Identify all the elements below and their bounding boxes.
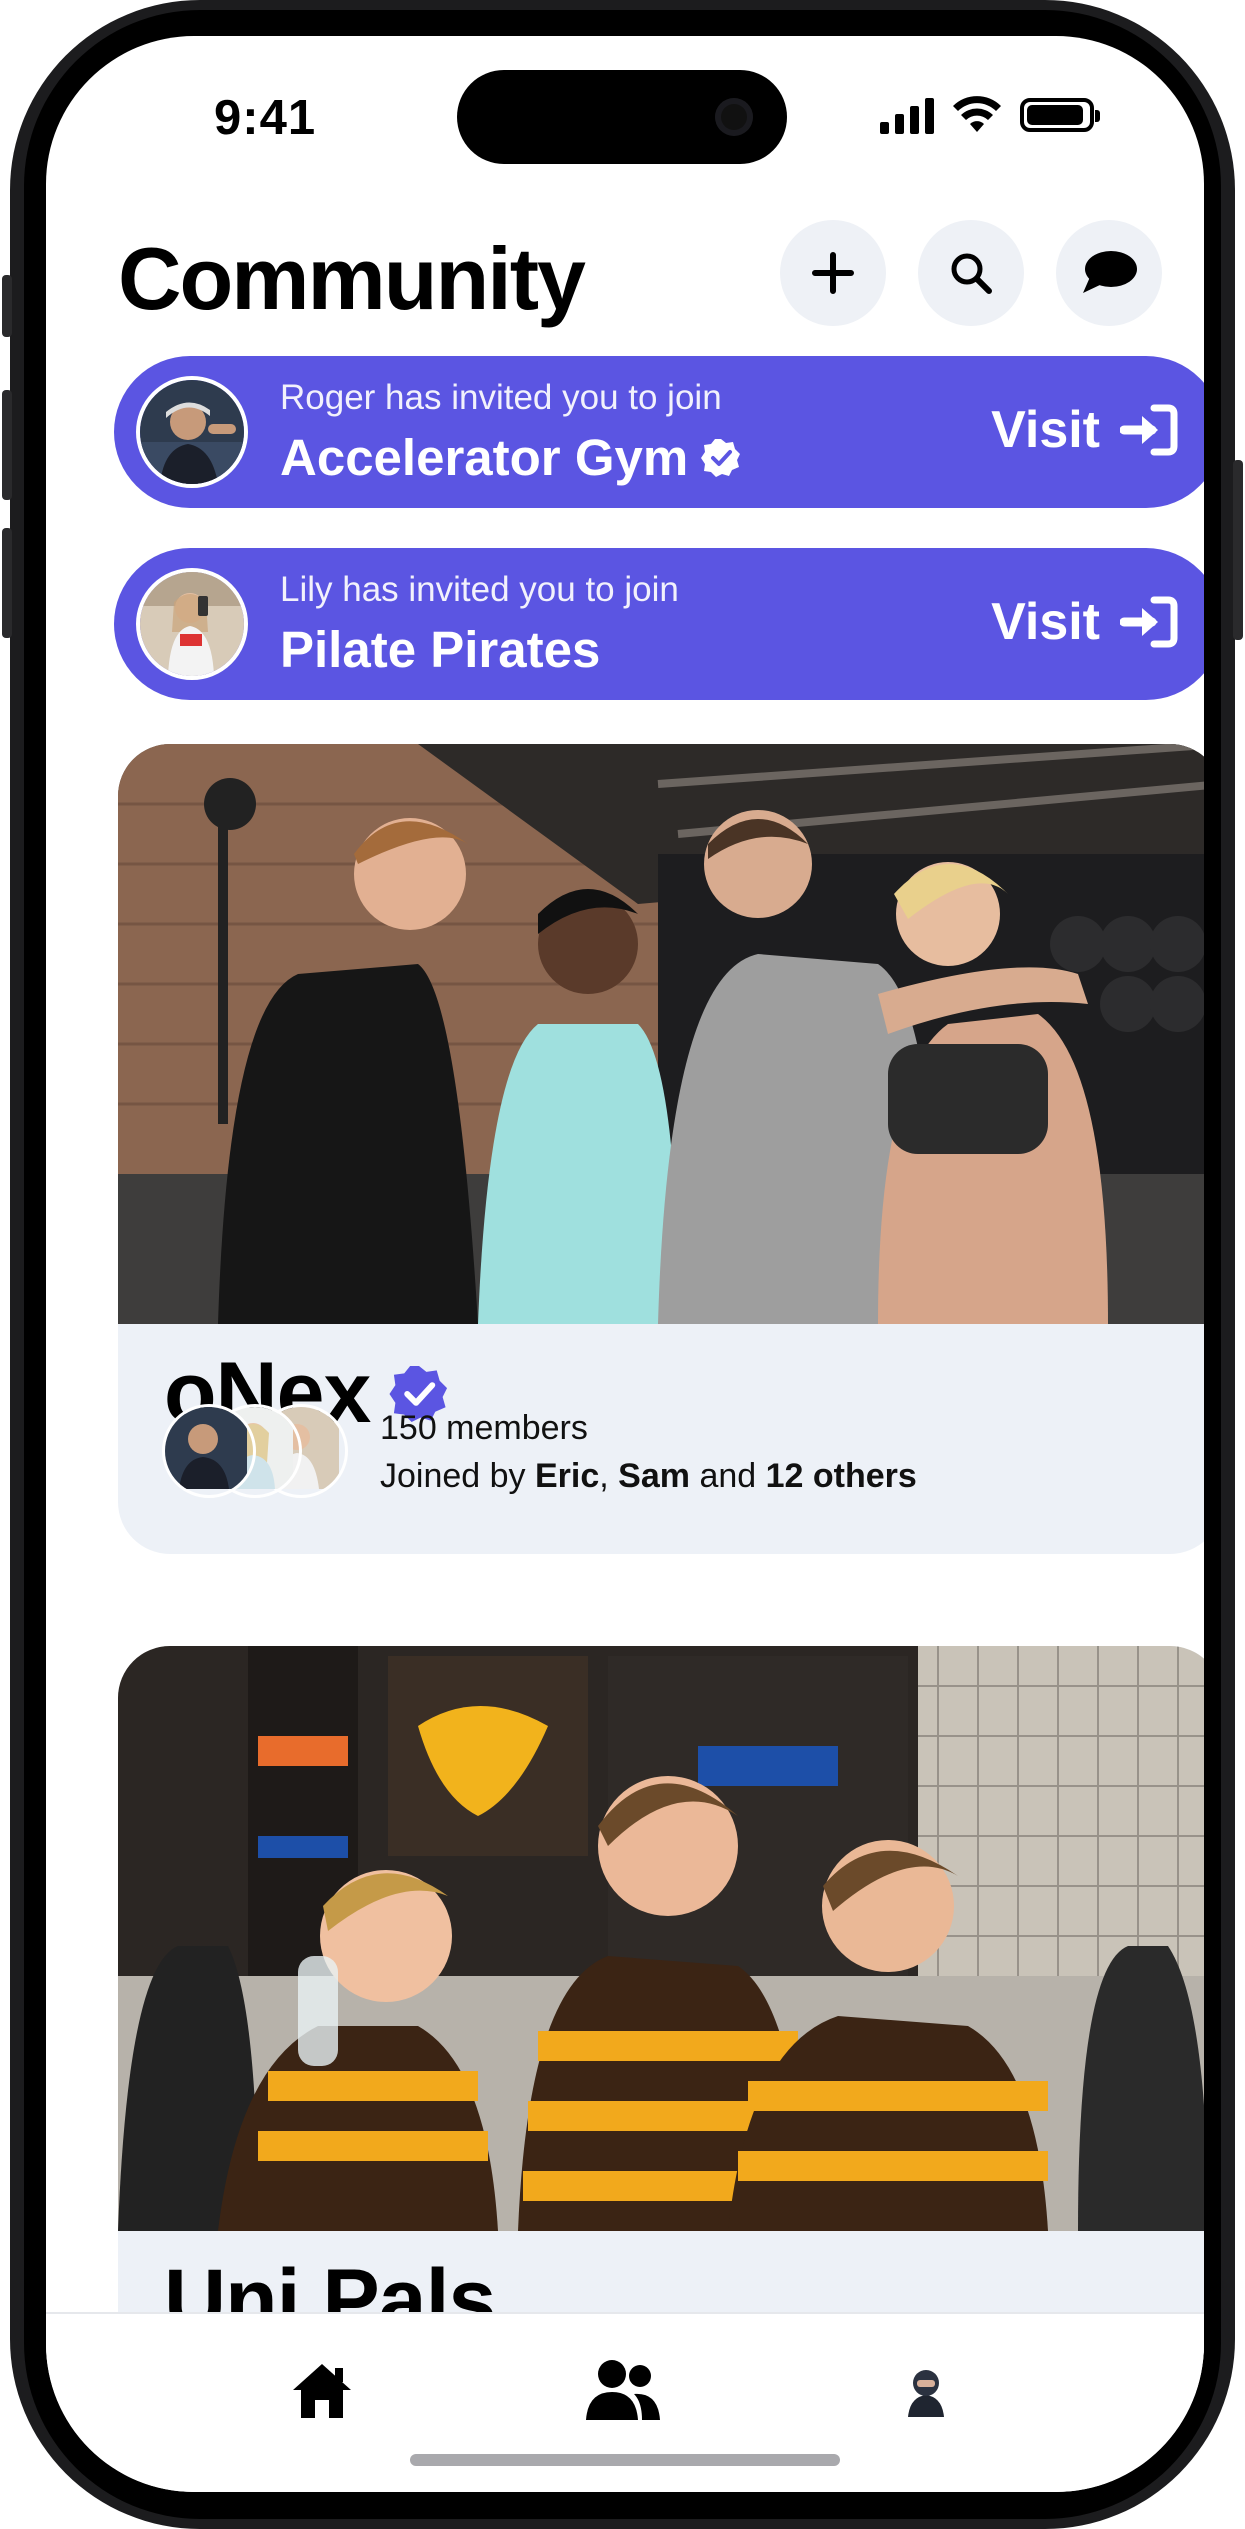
status-time: 9:41: [214, 91, 317, 145]
power-button: [1233, 460, 1243, 640]
invite-subtitle: Roger has invited you to join: [280, 378, 722, 417]
chat-bubble-icon: [1083, 251, 1137, 293]
community-card-uni-pals[interactable]: Uni Pals: [118, 1646, 1204, 2366]
invite-banner-accelerator-gym[interactable]: Roger has invited you to join Accelerato…: [114, 356, 1204, 508]
invite-community-label: Pilate Pirates: [280, 621, 601, 678]
visit-button[interactable]: Visit: [991, 400, 1178, 460]
visit-button[interactable]: Visit: [991, 592, 1178, 652]
member-avatars: [162, 1404, 362, 1498]
invite-community-name: Accelerator Gym: [280, 428, 742, 487]
create-community-button[interactable]: [780, 220, 886, 326]
joined-by-line: Joined by Eric, Sam and 12 others: [380, 1457, 917, 1495]
tab-profile[interactable]: [886, 2350, 966, 2430]
invite-community-label: Accelerator Gym: [280, 429, 689, 486]
avatar: [162, 1404, 256, 1498]
joined-others: 12 others: [765, 1457, 917, 1495]
member-summary: 150 members Joined by Eric, Sam and 12 o…: [380, 1404, 917, 1500]
camera-icon: [715, 98, 753, 136]
volume-down-button: [2, 528, 12, 638]
avatar: [136, 376, 248, 488]
visit-label: Visit: [991, 401, 1100, 459]
tab-bar: [46, 2312, 1204, 2492]
search-icon: [951, 253, 992, 294]
members-count: 150 members: [380, 1409, 588, 1447]
home-icon: [293, 2364, 351, 2418]
profile-avatar: [900, 2363, 952, 2417]
search-button[interactable]: [918, 220, 1024, 326]
sign-in-arrow-icon: [1120, 404, 1178, 456]
sign-in-arrow-icon: [1120, 596, 1178, 648]
mute-switch: [2, 275, 12, 337]
battery-icon: [1020, 98, 1100, 132]
volume-up-button: [2, 390, 12, 500]
wifi-icon: [953, 96, 1001, 132]
status-icons: [880, 96, 1100, 134]
invite-community-name: Pilate Pirates: [280, 620, 600, 679]
people-icon: [586, 2360, 660, 2420]
community-cover-photo: [118, 744, 1204, 1324]
app-screen: 9:41 Community Roger has invited you to …: [46, 36, 1204, 2492]
dynamic-island: [457, 70, 787, 164]
verified-badge-icon: [701, 438, 741, 477]
plus-icon: [812, 252, 854, 294]
avatar: [136, 568, 248, 680]
tab-community[interactable]: [582, 2350, 662, 2430]
joined-prefix: Joined by: [380, 1457, 526, 1495]
invite-banner-pilate-pirates[interactable]: Lily has invited you to join Pilate Pira…: [114, 548, 1204, 700]
invite-subtitle: Lily has invited you to join: [280, 570, 679, 609]
tab-home[interactable]: [282, 2350, 362, 2430]
page-title: Community: [118, 229, 586, 328]
cellular-signal-icon: [880, 96, 934, 134]
visit-label: Visit: [991, 593, 1100, 651]
messages-button[interactable]: [1056, 220, 1162, 326]
joined-name: Sam: [618, 1457, 690, 1495]
joined-and: and: [699, 1457, 757, 1495]
joined-name: Eric: [535, 1457, 600, 1495]
community-cover-photo: [118, 1646, 1204, 2231]
community-card-onex[interactable]: oNex 150 members Joined by Eric, Sam and…: [118, 744, 1204, 1554]
home-indicator[interactable]: [410, 2454, 840, 2466]
